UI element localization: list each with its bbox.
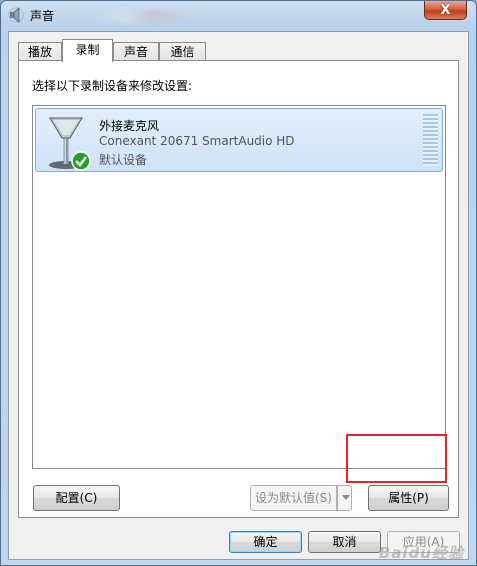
device-list[interactable]: 外接麦克风 Conexant 20671 SmartAudio HD 默认设备 xyxy=(32,105,446,469)
input-level-meter xyxy=(423,114,438,166)
blurred-title-area xyxy=(91,9,201,23)
sound-dialog-window: 声音 X 播放 录制 声音 通信 选择以下录制设备来修改设置: 外接麦克风 Co… xyxy=(0,0,477,566)
set-default-button[interactable]: 设为默认值(S) xyxy=(250,485,337,511)
properties-highlight-box xyxy=(346,434,447,483)
device-item-external-mic[interactable]: 外接麦克风 Conexant 20671 SmartAudio HD 默认设备 xyxy=(35,108,443,172)
device-driver: Conexant 20671 SmartAudio HD xyxy=(99,134,295,148)
device-name: 外接麦克风 xyxy=(99,119,160,133)
tab-recording[interactable]: 录制 xyxy=(62,39,113,62)
microphone-icon xyxy=(49,117,91,171)
title-bar[interactable]: 声音 X xyxy=(1,1,476,31)
tab-playback[interactable]: 播放 xyxy=(18,42,62,61)
watermark: Baidu经验 xyxy=(378,544,464,562)
configure-button[interactable]: 配置(C) xyxy=(33,485,120,511)
properties-button[interactable]: 属性(P) xyxy=(368,485,449,511)
ok-button[interactable]: 确定 xyxy=(229,531,302,553)
instruction-text: 选择以下录制设备来修改设置: xyxy=(32,79,193,93)
tab-sounds[interactable]: 声音 xyxy=(113,42,159,61)
set-default-dropdown-arrow[interactable] xyxy=(337,485,352,511)
close-icon: X xyxy=(440,2,451,18)
device-status: 默认设备 xyxy=(99,153,148,167)
cancel-button[interactable]: 取消 xyxy=(308,531,381,553)
speaker-icon xyxy=(8,7,24,23)
close-button[interactable]: X xyxy=(424,1,467,20)
window-title: 声音 xyxy=(30,9,55,23)
tab-communications[interactable]: 通信 xyxy=(159,42,206,61)
